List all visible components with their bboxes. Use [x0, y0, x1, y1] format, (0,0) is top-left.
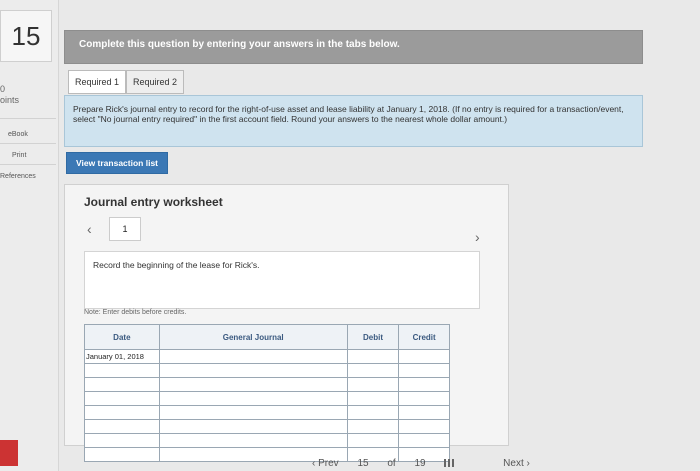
next-entry-icon[interactable]: ›	[475, 229, 480, 245]
account-cell[interactable]	[158, 391, 348, 406]
account-cell[interactable]	[158, 363, 348, 378]
page-of: of	[387, 458, 396, 469]
credit-cell[interactable]	[398, 419, 450, 434]
page-total: 19	[414, 458, 426, 469]
ebook-link[interactable]: eBook	[8, 131, 28, 138]
date-cell[interactable]	[84, 447, 160, 462]
page-number: 15	[357, 458, 369, 469]
rail-divider	[0, 118, 56, 119]
date-cell[interactable]	[84, 405, 160, 420]
journal-row	[84, 363, 450, 378]
journal-row	[84, 419, 450, 434]
credit-cell[interactable]	[398, 391, 450, 406]
prev-button[interactable]: ‹ Prev	[312, 458, 339, 469]
entry-description: Record the beginning of the lease for Ri…	[93, 260, 260, 270]
prev-entry-icon[interactable]: ‹	[87, 221, 92, 237]
account-cell[interactable]	[158, 433, 348, 448]
debit-cell[interactable]	[346, 419, 400, 434]
rail-divider	[0, 164, 56, 165]
tabs: Required 1 Required 2	[68, 70, 185, 94]
grid-icon[interactable]	[444, 459, 455, 468]
next-button[interactable]: Next ›	[503, 458, 530, 469]
view-transaction-list-button[interactable]: View transaction list	[66, 152, 168, 174]
references-link[interactable]: References	[0, 173, 36, 180]
debit-cell[interactable]	[346, 433, 400, 448]
date-cell[interactable]	[84, 377, 160, 392]
debit-cell[interactable]	[346, 391, 400, 406]
account-cell[interactable]	[158, 405, 348, 420]
credit-cell[interactable]	[398, 433, 450, 448]
date-cell[interactable]	[84, 419, 160, 434]
account-cell[interactable]	[158, 377, 348, 392]
date-cell[interactable]	[84, 363, 160, 378]
print-link[interactable]: Print	[12, 152, 26, 159]
credit-cell[interactable]	[398, 405, 450, 420]
worksheet-title: Journal entry worksheet	[84, 195, 223, 209]
credit-cell[interactable]	[398, 349, 450, 364]
credit-cell[interactable]	[398, 377, 450, 392]
debit-cell[interactable]	[346, 405, 400, 420]
bottom-navigation: ‹ Prev 15 of 19 Next ›	[312, 458, 546, 469]
tab-required-2[interactable]: Required 2	[126, 70, 185, 94]
credit-cell[interactable]	[398, 363, 450, 378]
account-cell[interactable]	[158, 419, 348, 434]
instruction-bar: Complete this question by entering your …	[64, 30, 643, 64]
col-debit: Debit	[346, 324, 400, 350]
debit-cell[interactable]	[346, 377, 400, 392]
red-badge-icon	[0, 440, 18, 466]
entry-description-box: Record the beginning of the lease for Ri…	[84, 251, 480, 309]
journal-entry-worksheet: Journal entry worksheet ‹ 1 › Record the…	[64, 184, 509, 462]
points-label: oints	[0, 95, 20, 105]
main-content: Complete this question by entering your …	[64, 0, 700, 471]
prompt-text: Prepare Rick's journal entry to record f…	[73, 104, 624, 124]
question-number: 15	[0, 10, 52, 62]
col-date: Date	[84, 324, 160, 350]
date-cell[interactable]	[84, 391, 160, 406]
col-credit: Credit	[398, 324, 450, 350]
prompt-box: Prepare Rick's journal entry to record f…	[64, 95, 643, 147]
journal-row	[84, 377, 450, 392]
journal-row	[84, 391, 450, 406]
debit-cell[interactable]	[346, 349, 400, 364]
instruction-text: Complete this question by entering your …	[79, 39, 400, 50]
points-fragment: 0	[0, 84, 6, 94]
left-rail: 15 0 oints eBook Print References	[0, 0, 59, 471]
rail-divider	[0, 143, 56, 144]
date-cell[interactable]	[84, 433, 160, 448]
col-general-journal: General Journal	[158, 324, 348, 350]
date-cell[interactable]: January 01, 2018	[84, 349, 160, 364]
journal-row	[84, 433, 450, 448]
journal-row	[84, 405, 450, 420]
account-cell[interactable]	[158, 349, 348, 364]
tab-required-1[interactable]: Required 1	[68, 70, 127, 94]
debit-cell[interactable]	[346, 363, 400, 378]
journal-table: Date General Journal Debit Credit Januar…	[84, 324, 450, 462]
entry-note: Note: Enter debits before credits.	[84, 309, 187, 316]
journal-row: January 01, 2018	[84, 349, 450, 364]
entry-number[interactable]: 1	[109, 217, 141, 241]
